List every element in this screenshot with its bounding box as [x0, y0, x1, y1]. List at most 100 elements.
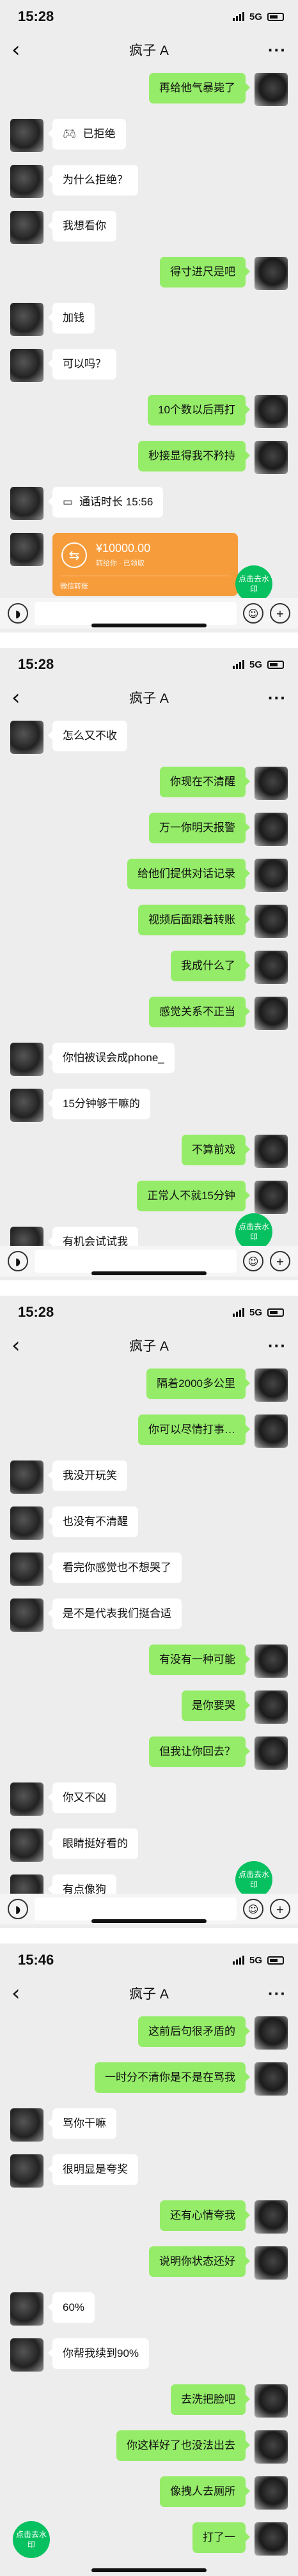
back-icon[interactable]: ‹ — [12, 1982, 20, 2004]
contact-avatar[interactable] — [10, 303, 43, 336]
message-bubble[interactable]: 我没开玩笑 — [48, 1460, 127, 1491]
contact-avatar[interactable] — [10, 1598, 43, 1632]
my-avatar[interactable] — [255, 257, 288, 290]
message-bubble[interactable]: 看完你感觉也不想哭了 — [48, 1552, 182, 1583]
more-icon[interactable]: ··· — [268, 688, 286, 708]
my-avatar[interactable] — [255, 2430, 288, 2464]
contact-avatar[interactable] — [10, 211, 43, 244]
my-avatar[interactable] — [255, 813, 288, 846]
message-bubble[interactable]: 隔着2000多公里 — [146, 1368, 250, 1399]
message-input[interactable] — [35, 602, 237, 625]
transfer-card[interactable]: ⇆ ¥10000.00 转给你 · 已领取 微信转账 — [52, 533, 238, 596]
my-avatar[interactable] — [255, 73, 288, 106]
message-bubble[interactable]: 是不是代表我们挺合适 — [48, 1598, 182, 1629]
more-icon[interactable]: ··· — [268, 1984, 286, 2004]
my-avatar[interactable] — [255, 2384, 288, 2418]
my-avatar[interactable] — [255, 441, 288, 474]
plus-icon[interactable]: + — [270, 1899, 290, 1919]
message-bubble[interactable]: 你又不凶 — [48, 1782, 116, 1813]
contact-avatar[interactable] — [10, 2108, 43, 2142]
contact-avatar[interactable] — [10, 2338, 43, 2372]
contact-avatar[interactable] — [10, 2292, 43, 2326]
message-bubble[interactable]: 万一你明天报警 — [149, 813, 250, 843]
my-avatar[interactable] — [255, 2016, 288, 2050]
my-avatar[interactable] — [255, 2476, 288, 2510]
message-bubble[interactable]: 打了一 — [192, 2522, 250, 2553]
my-avatar[interactable] — [255, 951, 288, 984]
remove-watermark-button[interactable]: 点击去水印 — [235, 565, 272, 602]
message-bubble[interactable]: 加钱 — [48, 303, 95, 334]
voice-icon[interactable]: ◗ — [8, 1899, 28, 1919]
message-bubble[interactable]: 是你要哭 — [182, 1690, 250, 1721]
my-avatar[interactable] — [255, 905, 288, 938]
message-bubble[interactable]: 去洗把脸吧 — [171, 2384, 250, 2415]
my-avatar[interactable] — [255, 2246, 288, 2280]
contact-avatar[interactable] — [10, 119, 43, 152]
contact-avatar[interactable] — [10, 2154, 43, 2188]
message-bubble[interactable]: 有没有一种可能 — [149, 1644, 250, 1675]
remove-watermark-button[interactable]: 点击去水印 — [13, 2521, 50, 2558]
contact-avatar[interactable] — [10, 165, 43, 198]
message-bubble[interactable]: 但我让你回去？ — [149, 1736, 250, 1767]
my-avatar[interactable] — [255, 1368, 288, 1402]
contact-avatar[interactable] — [10, 721, 43, 754]
my-avatar[interactable] — [255, 1414, 288, 1448]
message-bubble[interactable]: 秒接显得我不矜持 — [138, 441, 250, 471]
contact-avatar[interactable] — [10, 1460, 43, 1494]
message-bubble[interactable]: 给他们提供对话记录 — [127, 859, 250, 889]
message-bubble[interactable]: 这前后句很矛盾的 — [138, 2016, 250, 2047]
contact-avatar[interactable] — [10, 349, 43, 382]
my-avatar[interactable] — [255, 2522, 288, 2556]
video-call-bubble[interactable]: ▭ 通话时长 15:56 — [47, 487, 164, 518]
my-avatar[interactable] — [255, 1690, 288, 1724]
emoji-icon[interactable]: ☺ — [243, 1251, 263, 1271]
my-avatar[interactable] — [255, 395, 288, 428]
plus-icon[interactable]: + — [270, 603, 290, 624]
message-bubble[interactable]: 再给他气暴毙了 — [149, 73, 250, 103]
my-avatar[interactable] — [255, 997, 288, 1030]
contact-avatar[interactable] — [10, 1506, 43, 1540]
message-bubble[interactable]: 说明你状态还好 — [149, 2246, 250, 2277]
message-bubble[interactable]: 还有心情夸我 — [160, 2200, 250, 2231]
my-avatar[interactable] — [255, 1135, 288, 1168]
emoji-icon[interactable]: ☺ — [243, 603, 263, 624]
message-bubble[interactable]: 10个数以后再打 — [148, 395, 250, 425]
message-input[interactable] — [35, 1897, 237, 1920]
contact-avatar[interactable] — [10, 1552, 43, 1586]
my-avatar[interactable] — [255, 767, 288, 800]
my-avatar[interactable] — [255, 1736, 288, 1770]
message-bubble[interactable]: 你怕被误会成phone_ — [48, 1043, 175, 1073]
my-avatar[interactable] — [255, 2200, 288, 2234]
message-bubble[interactable]: 感觉关系不正当 — [149, 997, 250, 1027]
contact-avatar[interactable] — [10, 487, 43, 520]
voice-icon[interactable]: ◗ — [8, 603, 28, 624]
voice-icon[interactable]: ◗ — [8, 1251, 28, 1271]
message-bubble[interactable]: 60% — [47, 2292, 95, 2323]
remove-watermark-button[interactable]: 点击去水印 — [235, 1861, 272, 1898]
message-bubble[interactable]: 不算前戏 — [182, 1135, 250, 1165]
contact-avatar[interactable] — [10, 1043, 43, 1076]
message-bubble[interactable]: 得寸进尺是吧 — [160, 257, 250, 288]
message-bubble[interactable]: 视频后面跟着转账 — [138, 905, 250, 935]
my-avatar[interactable] — [255, 859, 288, 892]
message-bubble[interactable]: 为什么拒绝？ — [48, 165, 138, 195]
message-bubble[interactable]: 可以吗？ — [48, 349, 116, 379]
message-bubble[interactable]: 眼睛挺好看的 — [48, 1828, 138, 1859]
message-bubble[interactable]: 正常人不就15分钟 — [137, 1181, 250, 1211]
back-icon[interactable]: ‹ — [12, 1335, 20, 1356]
plus-icon[interactable]: + — [270, 1251, 290, 1271]
message-bubble[interactable]: 骂你干嘛 — [48, 2108, 116, 2139]
my-avatar[interactable] — [255, 1644, 288, 1678]
message-bubble[interactable]: 你帮我续到90% — [47, 2338, 150, 2369]
contact-avatar[interactable] — [10, 1782, 43, 1816]
message-bubble[interactable]: 你现在不清醒 — [160, 767, 250, 797]
message-bubble[interactable]: 🎮︎ 已拒绝 — [48, 119, 126, 150]
more-icon[interactable]: ··· — [268, 1336, 286, 1356]
my-avatar[interactable] — [255, 1181, 288, 1214]
contact-avatar[interactable] — [10, 533, 43, 566]
message-bubble[interactable]: 我成什么了 — [171, 951, 250, 981]
message-bubble[interactable]: 一时分不清你是不是在骂我 — [95, 2062, 250, 2093]
message-bubble[interactable]: 我想看你 — [48, 211, 116, 241]
message-bubble[interactable]: 像拽人去厕所 — [160, 2476, 250, 2507]
contact-avatar[interactable] — [10, 1828, 43, 1862]
